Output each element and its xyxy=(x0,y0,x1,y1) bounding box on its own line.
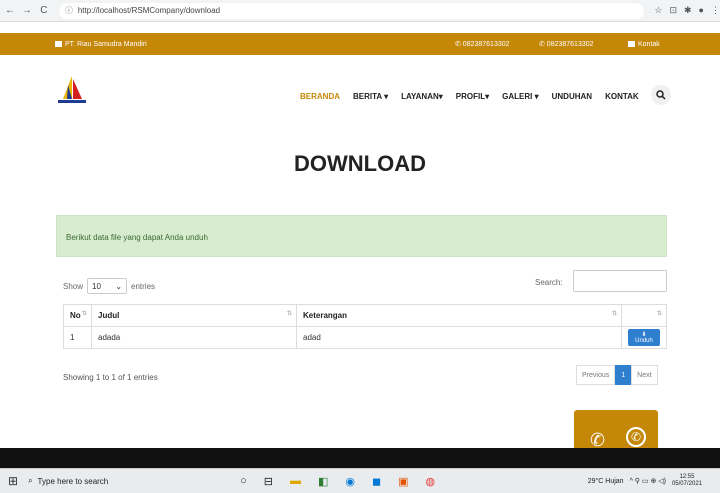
page-footer-band xyxy=(0,448,720,468)
taskbar-search-placeholder: Type here to search xyxy=(37,476,109,486)
puzzle-icon[interactable]: ✱ xyxy=(684,5,692,16)
cell-no: 1 xyxy=(63,326,92,349)
column-header-keterangan[interactable]: Keterangan ⇅ xyxy=(296,304,622,327)
sort-icon: ⇅ xyxy=(286,311,292,317)
clock-date: 05/07/2021 xyxy=(671,481,702,487)
column-header-judul[interactable]: Judul ⇅ xyxy=(91,304,297,327)
search-icon: ⌕ xyxy=(28,476,33,485)
previous-button[interactable]: Previous xyxy=(576,365,616,385)
task-view-icon[interactable]: ⊟ xyxy=(264,475,273,488)
download-table: No ⇅ Judul ⇅ Keterangan ⇅ ⇅ 1 adada adad ⬇ … xyxy=(63,304,667,349)
search-icon xyxy=(656,90,666,100)
next-button[interactable]: Next xyxy=(631,365,658,385)
menu-icon[interactable]: ⋮ xyxy=(711,5,720,16)
reload-icon[interactable]: C xyxy=(37,5,51,16)
contact-link[interactable]: Kontak xyxy=(628,41,660,48)
chrome-icon[interactable]: ◍ xyxy=(426,475,436,488)
menu-item-galeri[interactable]: GALERI ▾ xyxy=(502,92,538,101)
page-1-button[interactable]: 1 xyxy=(615,365,632,385)
menu-item-berita[interactable]: BERITA ▾ xyxy=(353,92,388,101)
taskbar-apps: ○ ⊟ ▬ ◧ ◉ ◼ ▣ ◍ xyxy=(240,475,435,488)
pagination: Previous 1 Next xyxy=(576,365,658,385)
table-info: Showing 1 to 1 of 1 entries xyxy=(63,373,158,382)
phone-number-1[interactable]: ✆ 082387613302 xyxy=(455,40,510,48)
entries-label: entries xyxy=(131,281,156,291)
column-header-action[interactable]: ⇅ xyxy=(621,304,667,327)
info-alert: Berikut data file yang dapat Anda unduh xyxy=(56,215,667,257)
browser-toolbar: ← → C ⓘ http://localhost/RSMCompany/down… xyxy=(0,0,720,22)
url-text: http://localhost/RSMCompany/download xyxy=(77,6,221,15)
table-header-row: No ⇅ Judul ⇅ Keterangan ⇅ ⇅ xyxy=(63,304,667,327)
back-icon[interactable]: ← xyxy=(3,5,17,16)
windows-taskbar: ⊞ ⌕ Type here to search ○ ⊟ ▬ ◧ ◉ ◼ ▣ ◍ … xyxy=(0,468,720,493)
envelope-icon xyxy=(628,41,635,47)
cortana-icon[interactable]: ○ xyxy=(240,475,247,488)
bookmark-star-icon[interactable]: ☆ xyxy=(654,5,662,16)
sort-icon: ⇅ xyxy=(81,311,87,317)
column-header-no[interactable]: No ⇅ xyxy=(63,304,92,327)
file-explorer-icon[interactable]: ▬ xyxy=(290,475,301,488)
forward-icon[interactable]: → xyxy=(20,5,34,16)
profile-icon[interactable]: ● xyxy=(699,5,704,16)
sort-icon: ⇅ xyxy=(611,311,617,317)
main-menu: BERANDA BERITA ▾ LAYANAN▾ PROFIL▾ GALERI… xyxy=(300,92,639,101)
cell-judul: adada xyxy=(91,326,297,349)
table-row: 1 adada adad ⬇ Unduh xyxy=(63,326,667,349)
address-bar[interactable]: ⓘ http://localhost/RSMCompany/download xyxy=(58,2,645,19)
chevron-down-icon: ⌄ xyxy=(115,281,123,291)
clock[interactable]: 12:55 05/07/2021 xyxy=(672,474,702,488)
contact-label: Kontak xyxy=(638,40,660,48)
site-info-icon[interactable]: ⓘ xyxy=(65,5,73,16)
table-controls: Show 10 ⌄ entries Search: xyxy=(63,270,667,296)
app-icon[interactable]: ◧ xyxy=(318,475,328,488)
xampp-icon[interactable]: ▣ xyxy=(398,475,408,488)
cell-keterangan: adad xyxy=(296,326,622,349)
sailboat-logo[interactable] xyxy=(55,75,89,105)
page-length-value: 10 xyxy=(92,281,101,291)
whatsapp-icon[interactable]: ✆ xyxy=(626,427,646,447)
show-label: Show xyxy=(63,281,84,291)
menu-item-beranda[interactable]: BERANDA xyxy=(300,92,340,101)
menu-item-kontak[interactable]: KONTAK xyxy=(605,92,639,101)
extension-icon[interactable]: ⊡ xyxy=(669,5,677,16)
weather-widget[interactable]: 29°C Hujan xyxy=(588,478,624,485)
page-length-select[interactable]: 10 ⌄ xyxy=(87,278,128,294)
page-length-control: Show 10 ⌄ entries xyxy=(63,278,155,294)
tray-icons[interactable]: ^ ⚲ ▭ ⊕ ◁) xyxy=(630,477,666,485)
sort-icon: ⇅ xyxy=(656,311,662,317)
site-header: BERANDA BERITA ▾ LAYANAN▾ PROFIL▾ GALERI… xyxy=(0,55,720,120)
company-name: PT. Riau Samudra Mandiri xyxy=(55,41,147,48)
store-icon[interactable]: ◼ xyxy=(372,475,381,488)
company-label: PT. Riau Samudra Mandiri xyxy=(65,40,147,48)
cell-action: ⬇ Unduh xyxy=(621,326,667,349)
building-icon xyxy=(55,41,62,47)
browser-extension-icons: ☆ ⊡ ✱ ● ⋮ xyxy=(654,5,720,16)
top-info-bar: PT. Riau Samudra Mandiri ✆ 082387613302 … xyxy=(0,33,720,55)
site-search-button[interactable] xyxy=(651,85,671,105)
menu-item-profil[interactable]: PROFIL▾ xyxy=(456,92,489,101)
phone-number-2[interactable]: ✆ 082387613302 xyxy=(539,40,594,48)
table-search-input[interactable] xyxy=(573,270,667,292)
page-title: DOWNLOAD xyxy=(294,151,426,176)
taskbar-search-box[interactable]: ⌕ Type here to search xyxy=(28,476,218,486)
search-label: Search: xyxy=(535,278,563,287)
windows-start-icon[interactable]: ⊞ xyxy=(8,474,18,488)
clock-time: 12:55 xyxy=(679,474,695,480)
edge-icon[interactable]: ◉ xyxy=(345,475,355,488)
menu-item-unduhan[interactable]: UNDUHAN xyxy=(552,92,592,101)
unduh-button[interactable]: ⬇ Unduh xyxy=(628,329,660,346)
system-tray: 29°C Hujan ^ ⚲ ▭ ⊕ ◁) 12:55 05/07/2021 xyxy=(588,474,702,488)
menu-item-layanan[interactable]: LAYANAN▾ xyxy=(401,92,443,101)
